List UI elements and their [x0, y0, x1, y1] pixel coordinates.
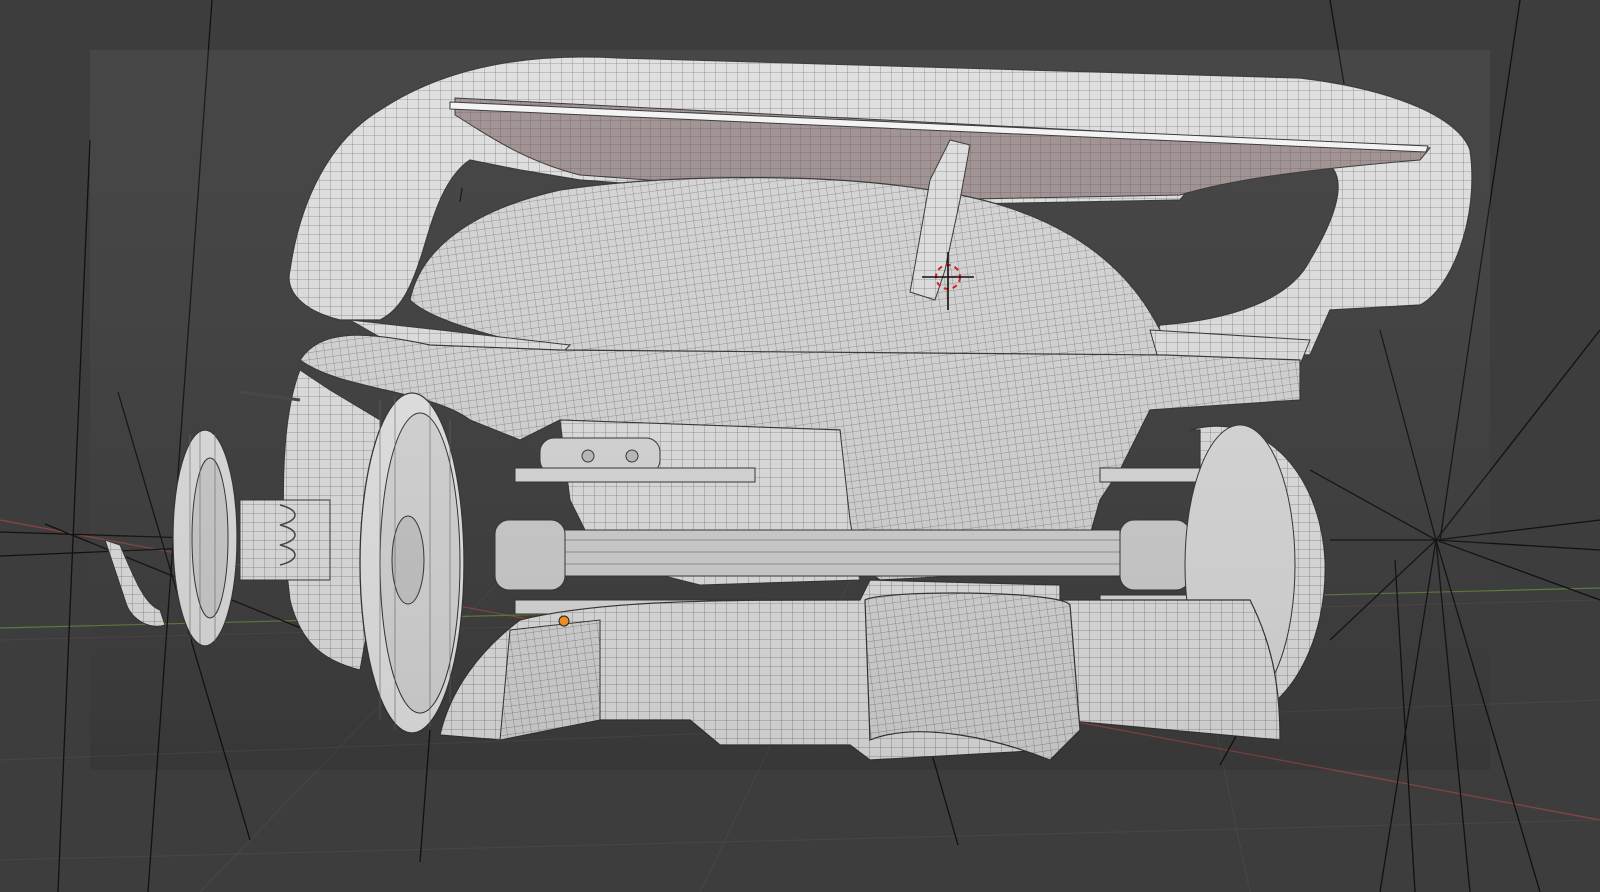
3d-viewport[interactable] — [0, 0, 1600, 892]
light-object-icon[interactable] — [558, 615, 570, 627]
diffuser-left-fin — [499, 619, 601, 741]
left-spring-assembly — [239, 499, 331, 581]
wheel-left-small[interactable] — [172, 429, 238, 647]
wheel-left-large[interactable] — [359, 392, 465, 734]
